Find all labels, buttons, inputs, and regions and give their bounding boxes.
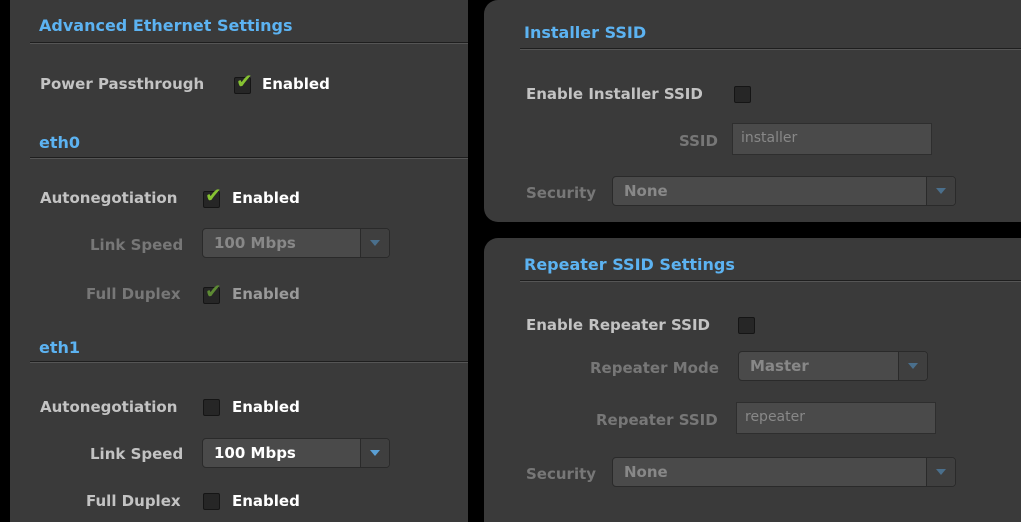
security-label: Security <box>526 465 597 483</box>
ssid-label: SSID <box>679 132 718 150</box>
chevron-down-icon <box>370 240 380 246</box>
eth1-autonegotiation-value: Enabled <box>232 398 300 416</box>
ssid-input[interactable]: installer <box>732 123 932 155</box>
repeater-ssid-value: repeater <box>745 409 805 425</box>
enable-repeater-ssid-label: Enable Repeater SSID <box>526 316 711 334</box>
divider <box>30 42 468 43</box>
power-passthrough-value: Enabled <box>262 75 330 93</box>
installer-security-select[interactable]: None <box>612 176 956 206</box>
section-title: Installer SSID <box>524 23 647 42</box>
chevron-down-icon <box>936 469 946 475</box>
repeater-mode-label: Repeater Mode <box>590 359 719 377</box>
eth0-autonegotiation-value: Enabled <box>232 189 300 207</box>
divider <box>30 361 468 362</box>
chevron-down-icon <box>936 188 946 194</box>
eth0-link-speed-select[interactable]: 100 Mbps <box>202 228 390 258</box>
divider <box>30 157 468 158</box>
security-label: Security <box>526 184 597 202</box>
enable-installer-ssid-checkbox[interactable] <box>734 86 751 103</box>
eth0-full-duplex-label: Full Duplex <box>86 285 181 303</box>
eth1-link-speed-label: Link Speed <box>90 445 184 463</box>
divider <box>520 48 1021 49</box>
enable-installer-ssid-label: Enable Installer SSID <box>526 85 703 103</box>
eth0-full-duplex-value: Enabled <box>232 285 300 303</box>
repeater-ssid-input[interactable]: repeater <box>736 402 936 434</box>
eth0-link-speed-label: Link Speed <box>90 236 184 254</box>
installer-ssid-panel: Installer SSID Enable Installer SSID SSI… <box>484 0 1021 222</box>
eth0-title: eth0 <box>39 133 81 152</box>
ssid-value: installer <box>741 130 798 146</box>
repeater-ssid-panel: Repeater SSID Settings Enable Repeater S… <box>484 238 1021 522</box>
repeater-mode-select[interactable]: Master <box>738 351 928 381</box>
advanced-ethernet-panel: Advanced Ethernet Settings Power Passthr… <box>10 0 468 522</box>
eth0-autonegotiation-checkbox[interactable]: ✔ <box>203 185 222 208</box>
chevron-down-icon <box>370 450 380 456</box>
eth1-title: eth1 <box>39 338 81 357</box>
eth1-link-speed-value: 100 Mbps <box>214 444 296 462</box>
eth1-autonegotiation-label: Autonegotiation <box>40 398 178 416</box>
enable-repeater-ssid-checkbox[interactable] <box>738 317 755 334</box>
check-icon: ✔ <box>236 69 253 93</box>
check-icon: ✔ <box>205 279 222 303</box>
section-title: Advanced Ethernet Settings <box>39 16 293 35</box>
eth0-link-speed-value: 100 Mbps <box>214 234 296 252</box>
eth1-full-duplex-checkbox[interactable] <box>203 493 220 510</box>
repeater-security-select[interactable]: None <box>612 457 956 487</box>
eth1-autonegotiation-checkbox[interactable] <box>203 399 220 416</box>
eth1-full-duplex-value: Enabled <box>232 492 300 510</box>
power-passthrough-label: Power Passthrough <box>40 75 205 93</box>
section-title: Repeater SSID Settings <box>524 255 735 274</box>
eth0-full-duplex-checkbox[interactable]: ✔ <box>203 281 222 304</box>
repeater-mode-value: Master <box>750 357 809 375</box>
divider <box>520 280 1021 281</box>
power-passthrough-checkbox[interactable]: ✔ <box>234 71 253 94</box>
repeater-security-value: None <box>624 463 668 481</box>
chevron-down-icon <box>908 363 918 369</box>
eth0-autonegotiation-label: Autonegotiation <box>40 189 178 207</box>
repeater-ssid-label: Repeater SSID <box>596 411 718 429</box>
check-icon: ✔ <box>205 183 222 207</box>
eth1-link-speed-select[interactable]: 100 Mbps <box>202 438 390 468</box>
installer-security-value: None <box>624 182 668 200</box>
eth1-full-duplex-label: Full Duplex <box>86 492 181 510</box>
